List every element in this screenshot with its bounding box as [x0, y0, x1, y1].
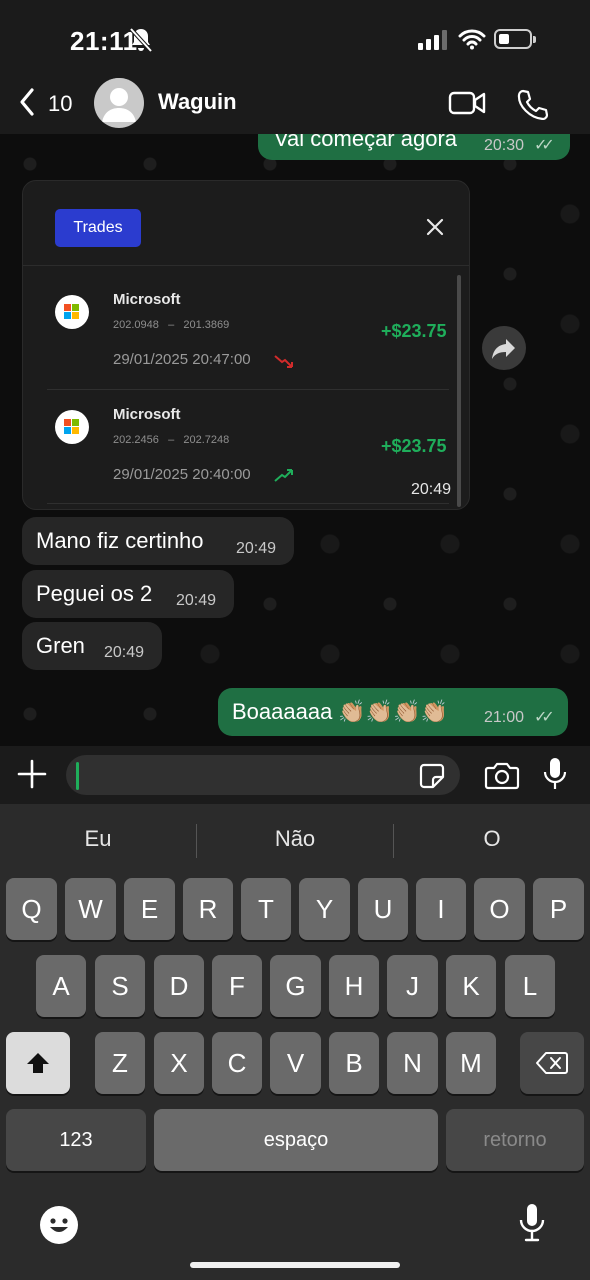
read-ticks-icon: ✓✓ [534, 709, 555, 726]
key-c[interactable]: C [212, 1032, 262, 1094]
message-time: 20:49 [236, 540, 277, 557]
trade-prices: 202.0948 – 201.3869 [113, 319, 229, 331]
message-time: 20:30 [484, 137, 525, 154]
read-ticks-icon: ✓✓ [534, 137, 555, 154]
key-i[interactable]: I [416, 878, 466, 940]
trade-datetime: 29/01/2025 20:47:00 [113, 351, 251, 368]
close-icon[interactable] [423, 215, 447, 239]
key-q[interactable]: Q [6, 878, 57, 940]
key-g[interactable]: G [270, 955, 321, 1017]
trade-datetime: 29/01/2025 20:40:00 [113, 466, 251, 483]
message-time: 20:49 [411, 481, 452, 498]
backspace-icon [536, 1052, 568, 1074]
close-price: 201.3869 [183, 319, 230, 331]
message-time: 20:49 [176, 592, 217, 609]
key-o[interactable]: O [474, 878, 525, 940]
key-f[interactable]: F [212, 955, 262, 1017]
key-l[interactable]: L [505, 955, 555, 1017]
numbers-key[interactable]: 123 [6, 1109, 146, 1171]
key-t[interactable]: T [241, 878, 291, 940]
battery-icon [494, 29, 536, 49]
divider [23, 265, 469, 266]
microsoft-logo-icon [55, 295, 89, 329]
shift-key[interactable] [6, 1032, 70, 1094]
back-chevron-icon[interactable] [14, 84, 40, 120]
key-v[interactable]: V [270, 1032, 321, 1094]
shift-icon [27, 1053, 49, 1073]
phone-icon[interactable] [516, 88, 548, 120]
video-call-icon[interactable] [448, 90, 486, 116]
close-price: 202.7248 [183, 434, 230, 446]
trend-down-icon [274, 355, 293, 368]
space-key[interactable]: espaço [154, 1109, 438, 1171]
key-j[interactable]: J [387, 955, 438, 1017]
key-d[interactable]: D [154, 955, 204, 1017]
contact-name-label: Waguin [158, 89, 237, 114]
divider [47, 389, 449, 390]
key-k[interactable]: K [446, 955, 496, 1017]
key-y[interactable]: Y [299, 878, 350, 940]
message-time: 21:00 [484, 709, 525, 726]
company-name: Microsoft [113, 291, 181, 308]
key-x[interactable]: X [154, 1032, 204, 1094]
forward-button[interactable] [482, 326, 526, 370]
trade-profit: +$23.75 [381, 321, 447, 341]
open-price: 202.0948 [113, 319, 159, 331]
suggestion-item[interactable]: Não [197, 826, 393, 852]
trade-row: Microsoft 202.0948 – 201.3869 +$23.75 29… [47, 281, 449, 395]
bell-slash-icon [129, 27, 153, 53]
key-h[interactable]: H [329, 955, 379, 1017]
trade-profit: +$23.75 [381, 436, 447, 456]
trend-up-icon [274, 469, 293, 482]
key-u[interactable]: U [358, 878, 408, 940]
microphone-icon[interactable] [542, 756, 568, 792]
company-name: Microsoft [113, 406, 181, 423]
sticker-icon[interactable] [418, 762, 446, 790]
text-cursor [76, 762, 79, 790]
key-p[interactable]: P [533, 878, 584, 940]
avatar-icon[interactable] [94, 78, 144, 128]
chat-header-overlay [0, 80, 590, 134]
price-separator: – [168, 319, 175, 331]
divider [47, 503, 449, 504]
plus-icon[interactable] [16, 758, 48, 790]
camera-icon[interactable] [484, 760, 520, 790]
message-text: Mano fiz certinho [36, 528, 204, 553]
return-key[interactable]: retorno [446, 1109, 584, 1171]
key-b[interactable]: B [329, 1032, 379, 1094]
microphone-icon[interactable] [518, 1202, 546, 1244]
key-r[interactable]: R [183, 878, 233, 940]
message-time: 20:49 [104, 644, 145, 661]
key-e[interactable]: E [124, 878, 175, 940]
key-m[interactable]: M [446, 1032, 496, 1094]
key-s[interactable]: S [95, 955, 145, 1017]
message-text: Boaaaaaa 👏🏼👏🏼👏🏼👏🏼 [232, 699, 449, 724]
key-z[interactable]: Z [95, 1032, 145, 1094]
home-indicator[interactable] [190, 1262, 400, 1268]
message-input[interactable] [66, 755, 460, 795]
price-separator: – [168, 434, 175, 446]
trades-tab-button[interactable]: Trades [55, 209, 141, 247]
key-w[interactable]: W [65, 878, 116, 940]
open-price: 202.2456 [113, 434, 159, 446]
message-text: Peguei os 2 [36, 581, 153, 606]
scrollbar[interactable] [457, 275, 461, 507]
unread-count-label: 10 [48, 91, 73, 116]
cellular-signal-icon [418, 30, 447, 50]
trade-row: Microsoft 202.2456 – 202.7248 +$23.75 29… [47, 396, 449, 509]
key-a[interactable]: A [36, 955, 86, 1017]
forward-icon [492, 339, 515, 359]
wifi-icon [458, 29, 486, 50]
trades-card-image[interactable]: Trades Microsoft 202.0948 – 201.3869 +$2… [22, 180, 470, 510]
key-n[interactable]: N [387, 1032, 438, 1094]
suggestion-item[interactable]: O [394, 826, 590, 852]
suggestion-item[interactable]: Eu [0, 826, 196, 852]
microsoft-logo-icon [55, 410, 89, 444]
message-text: Gren [36, 633, 85, 658]
trade-prices: 202.2456 – 202.7248 [113, 434, 229, 446]
emoji-icon[interactable] [40, 1206, 78, 1244]
backspace-key[interactable] [520, 1032, 584, 1094]
